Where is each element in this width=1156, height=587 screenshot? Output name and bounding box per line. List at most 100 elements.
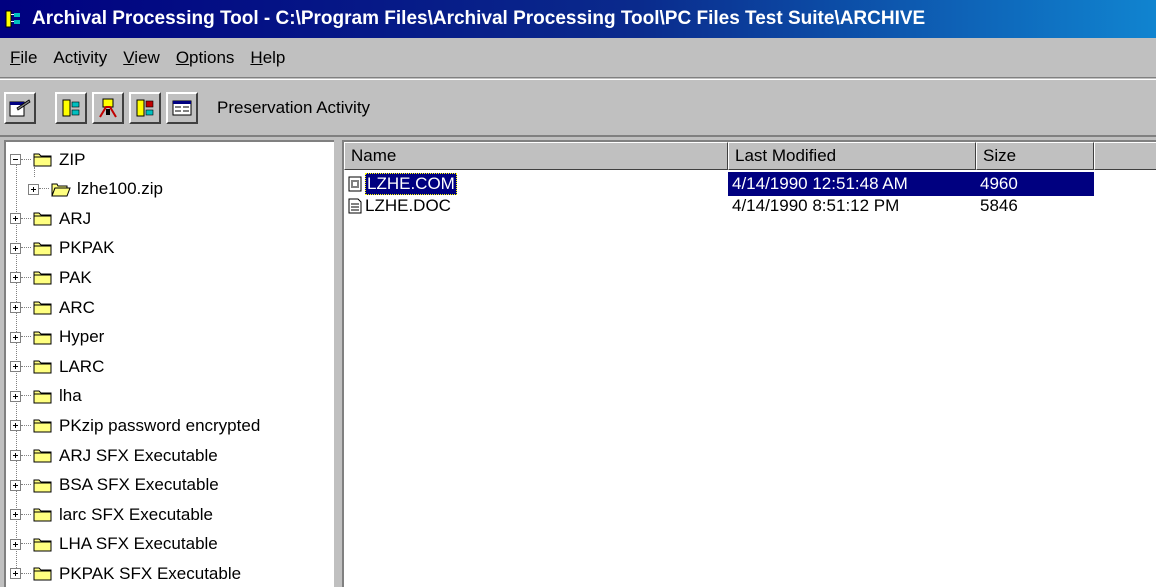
tree-connector <box>21 365 31 368</box>
expand-icon[interactable] <box>10 450 21 461</box>
tree-item-label: PKzip password encrypted <box>59 415 261 435</box>
menu-options[interactable]: Options <box>168 48 243 68</box>
tree-item[interactable]: BSA SFX Executable <box>10 471 219 500</box>
tree-item[interactable]: larc SFX Executable <box>10 500 213 529</box>
list-cell-last-modified: 4/14/1990 8:51:12 PM <box>732 196 900 215</box>
tree-item[interactable]: LHA SFX Executable <box>10 530 218 559</box>
preserve-activity-button[interactable] <box>55 91 87 124</box>
tree-item[interactable]: ZIP <box>10 145 85 174</box>
tree-item-label: BSA SFX Executable <box>59 475 219 495</box>
folder-icon <box>33 241 53 256</box>
expand-icon[interactable] <box>10 242 21 254</box>
tree-item[interactable]: lzhe100.zip <box>28 175 163 204</box>
collapse-icon[interactable] <box>10 154 21 165</box>
tree-item[interactable]: LARC <box>10 352 104 381</box>
tree-item[interactable]: lha <box>10 382 82 411</box>
folder-icon <box>33 300 53 315</box>
tree-item[interactable]: PKzip password encrypted <box>10 411 260 440</box>
folder-icon <box>33 330 53 345</box>
open-folder-icon <box>51 182 71 197</box>
extract-activity-button[interactable] <box>129 91 161 124</box>
expand-icon[interactable] <box>10 509 21 521</box>
tree-connector <box>21 306 31 309</box>
activity-label: Preservation Activity <box>217 97 371 117</box>
tree-connector <box>21 158 31 161</box>
menu-file[interactable]: File <box>2 48 45 68</box>
title-bar[interactable]: Archival Processing Tool - C:\Program Fi… <box>0 0 1156 38</box>
folder-icon <box>33 537 53 552</box>
menu-activity[interactable]: Activity <box>45 48 115 68</box>
tree-item-label: lha <box>59 386 82 406</box>
expand-icon[interactable] <box>10 568 21 580</box>
extract-activity-icon <box>136 99 154 116</box>
tree-connector <box>21 572 31 575</box>
tree-item-label: LHA SFX Executable <box>59 534 218 554</box>
pane-splitter[interactable] <box>334 140 342 587</box>
expand-icon[interactable] <box>10 390 21 402</box>
folder-icon <box>33 478 53 493</box>
column-header-name[interactable]: Name <box>344 142 728 170</box>
tree-item[interactable]: ARC <box>10 293 95 322</box>
tool-activity-button[interactable] <box>92 91 124 124</box>
executable-file-icon <box>348 176 362 192</box>
expand-icon[interactable] <box>10 302 21 313</box>
tree-item-label: larc SFX Executable <box>59 504 214 524</box>
folder-icon <box>33 389 53 404</box>
tree-item-label: PKPAK SFX Executable <box>59 563 242 583</box>
tree-item[interactable]: PKPAK <box>10 234 114 263</box>
app-icon[interactable] <box>4 8 26 30</box>
expand-icon[interactable] <box>10 538 21 550</box>
tree-item-label: LARC <box>59 356 105 376</box>
expand-icon[interactable] <box>10 479 21 491</box>
list-cell-name[interactable]: LZHE.COM <box>344 172 728 196</box>
tree-item[interactable]: ARJ <box>10 204 91 233</box>
view-details-button[interactable] <box>166 91 198 124</box>
tree-item-label: ARJ SFX Executable <box>59 445 218 465</box>
folder-tree[interactable]: ZIP lzhe100.zip ARJ PKPAK PAK ARC Hyper LARC lha… <box>4 140 334 587</box>
folder-icon <box>33 507 53 522</box>
list-cell-name[interactable]: LZHE.DOC <box>344 194 728 218</box>
list-cell-size: 5846 <box>980 196 1018 215</box>
menu-bar: File Activity View Options Help <box>0 38 1156 78</box>
expand-icon[interactable] <box>10 272 21 284</box>
tree-item-label: PKPAK <box>59 238 115 258</box>
toolbar: Preservation Activity <box>0 79 1156 137</box>
tree-connector <box>21 276 31 279</box>
tree-connector <box>21 484 31 486</box>
tree-item-label: lzhe100.zip <box>77 179 164 199</box>
tool-activity-icon <box>99 98 117 118</box>
properties-button[interactable] <box>4 91 36 124</box>
file-list[interactable]: Name Last Modified Size LZHE.COM 4/14/199… <box>342 140 1156 587</box>
tree-connector <box>21 543 31 545</box>
tree-item-label: ARJ <box>59 208 92 228</box>
tree-connector <box>21 454 31 457</box>
column-header-size[interactable]: Size <box>976 142 1094 170</box>
column-header-empty[interactable] <box>1094 142 1156 170</box>
column-header-last-modified[interactable]: Last Modified <box>728 142 976 170</box>
tree-item-label: ARC <box>59 297 95 317</box>
expand-icon[interactable] <box>10 420 21 432</box>
folder-icon <box>33 359 53 374</box>
menu-help[interactable]: Help <box>242 48 293 68</box>
tree-item[interactable]: PKPAK SFX Executable <box>10 559 241 587</box>
folder-icon <box>33 152 53 167</box>
tree-item[interactable]: PAK <box>10 263 92 292</box>
tree-connector <box>21 247 31 249</box>
list-header: Name Last Modified Size <box>344 142 1156 170</box>
expand-icon[interactable] <box>28 183 39 195</box>
tree-item-label: Hyper <box>59 327 105 347</box>
file-name: LZHE.DOC <box>365 196 451 215</box>
tree-item[interactable]: ARJ SFX Executable <box>10 441 218 470</box>
folder-icon <box>33 418 53 433</box>
document-file-icon <box>348 198 362 214</box>
list-row[interactable]: LZHE.COM 4/14/1990 12:51:48 AM 4960 <box>344 172 1156 196</box>
tree-item-label: PAK <box>59 267 92 287</box>
menu-view[interactable]: View <box>115 48 168 68</box>
list-cell-last-modified: 4/14/1990 12:51:48 AM <box>728 172 976 196</box>
tree-connector <box>21 513 31 516</box>
tree-item[interactable]: Hyper <box>10 323 104 352</box>
expand-icon[interactable] <box>10 361 21 373</box>
list-row[interactable]: LZHE.DOC 4/14/1990 8:51:12 PM 5846 <box>344 194 1156 218</box>
expand-icon[interactable] <box>10 331 21 343</box>
expand-icon[interactable] <box>10 213 21 225</box>
